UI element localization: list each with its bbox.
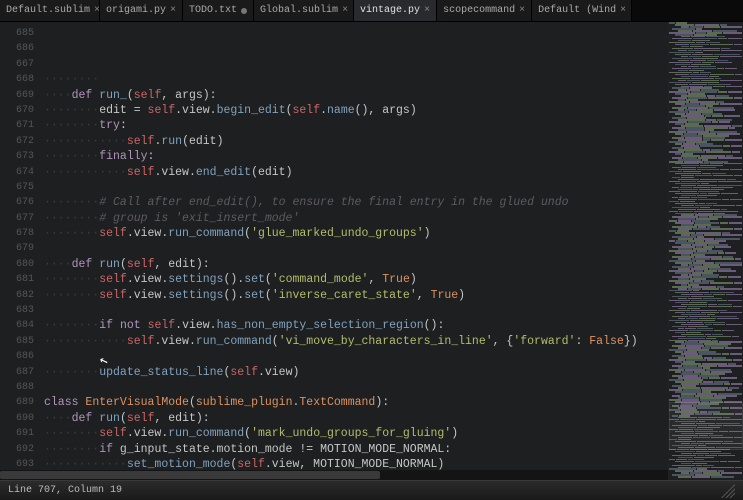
code-line[interactable]: ········self.view.run_command('mark_undo… [44, 426, 668, 441]
status-cursor-position: Line 707, Column 19 [8, 485, 122, 496]
line-number: 686 [0, 349, 34, 364]
tab-label: Default (Wind [538, 5, 616, 16]
line-number: 675 [0, 180, 34, 195]
line-number: 683 [0, 303, 34, 318]
line-number: 669 [0, 88, 34, 103]
minimap[interactable] [668, 22, 743, 480]
code-line[interactable]: ····def run_(self, args): [44, 88, 668, 103]
line-number: 668 [0, 72, 34, 87]
close-icon[interactable]: × [620, 5, 626, 16]
line-number: 677 [0, 211, 34, 226]
line-number: 687 [0, 365, 34, 380]
status-bar: Line 707, Column 19 [0, 480, 743, 500]
code-line[interactable]: ········# Call after end_edit(), to ensu… [44, 195, 668, 210]
tab-label: Global.sublim [260, 5, 338, 16]
resize-grip-icon[interactable] [721, 484, 735, 498]
line-number: 690 [0, 411, 34, 426]
line-number: 682 [0, 288, 34, 303]
code-line[interactable]: ········try: [44, 118, 668, 133]
tab-scopecommand[interactable]: scopecommand × [437, 0, 532, 21]
line-number: 678 [0, 226, 34, 241]
code-line[interactable]: ········if not self.view.has_non_empty_s… [44, 318, 668, 333]
code-line[interactable]: ····def run(self, edit): [44, 411, 668, 426]
horizontal-scrollbar[interactable] [0, 470, 668, 480]
code-line[interactable] [44, 242, 668, 257]
dirty-indicator-icon [241, 8, 247, 14]
code-line[interactable]: ········ [44, 72, 668, 87]
line-number: 685 [0, 334, 34, 349]
line-number: 676 [0, 195, 34, 210]
code-line[interactable]: ········edit = self.view.begin_edit(self… [44, 103, 668, 118]
code-line[interactable]: ············self.view.end_edit(edit) [44, 165, 668, 180]
horizontal-scrollbar-thumb[interactable] [0, 471, 380, 479]
tab-label: scopecommand [443, 5, 515, 16]
tab-todo-txt[interactable]: TODO.txt [183, 0, 254, 21]
tab-label: vintage.py [360, 5, 420, 16]
tab-global-sublim[interactable]: Global.sublim × [254, 0, 354, 21]
line-number: 667 [0, 57, 34, 72]
tab-origami-py[interactable]: origami.py × [100, 0, 183, 21]
code-line[interactable]: ········update_status_line(self.view) [44, 365, 668, 380]
line-number: 689 [0, 395, 34, 410]
code-line[interactable]: ············self.run(edit) [44, 134, 668, 149]
code-line[interactable] [44, 303, 668, 318]
line-number: 673 [0, 149, 34, 164]
line-number: 674 [0, 165, 34, 180]
code-line[interactable]: ········self.view.settings().set('invers… [44, 288, 668, 303]
tab-default-sublim[interactable]: Default.sublim× [0, 0, 100, 21]
tab-label: TODO.txt [189, 5, 237, 16]
line-number: 679 [0, 241, 34, 256]
line-number: 680 [0, 257, 34, 272]
line-number: 688 [0, 380, 34, 395]
code-line[interactable]: class EnterVisualMode(sublime_plugin.Tex… [44, 395, 668, 410]
line-number: 686 [0, 41, 34, 56]
code-line[interactable]: ············self.view.run_command('vi_mo… [44, 334, 668, 349]
tab-vintage-py[interactable]: vintage.py × [354, 0, 437, 21]
code-line[interactable]: ····def run(self, edit): [44, 257, 668, 272]
close-icon[interactable]: × [519, 5, 525, 16]
tab-label: Default.sublim [6, 5, 90, 16]
code-line[interactable]: ········if g_input_state.motion_mode != … [44, 442, 668, 457]
line-number: 684 [0, 318, 34, 333]
code-line[interactable] [44, 380, 668, 395]
code-line[interactable] [44, 180, 668, 195]
close-icon[interactable]: × [424, 5, 430, 16]
tab-default-wind[interactable]: Default (Wind × [532, 0, 632, 21]
minimap-viewport[interactable] [669, 402, 743, 450]
code-view[interactable]: ↖ ············def run_(self, args):·····… [40, 22, 668, 480]
close-icon[interactable]: × [170, 5, 176, 16]
line-number-gutter: 6856866676686696706716726736746756766776… [0, 22, 40, 480]
line-number: 692 [0, 442, 34, 457]
line-number: 671 [0, 118, 34, 133]
line-number: 670 [0, 103, 34, 118]
line-number: 685 [0, 26, 34, 41]
code-line[interactable]: ········self.view.settings().set('comman… [44, 272, 668, 287]
line-number: 691 [0, 426, 34, 441]
close-icon[interactable]: × [342, 5, 348, 16]
code-line[interactable]: ········self.view.run_command('glue_mark… [44, 226, 668, 241]
code-line[interactable] [44, 349, 668, 364]
tab-bar: Default.sublim×origami.py×TODO.txtGlobal… [0, 0, 743, 22]
editor-area: 6856866676686696706716726736746756766776… [0, 22, 743, 480]
code-line[interactable]: ········# group is 'exit_insert_mode' [44, 211, 668, 226]
code-line[interactable]: ········finally: [44, 149, 668, 164]
tab-label: origami.py [106, 5, 166, 16]
line-number: 681 [0, 272, 34, 287]
line-number: 672 [0, 134, 34, 149]
